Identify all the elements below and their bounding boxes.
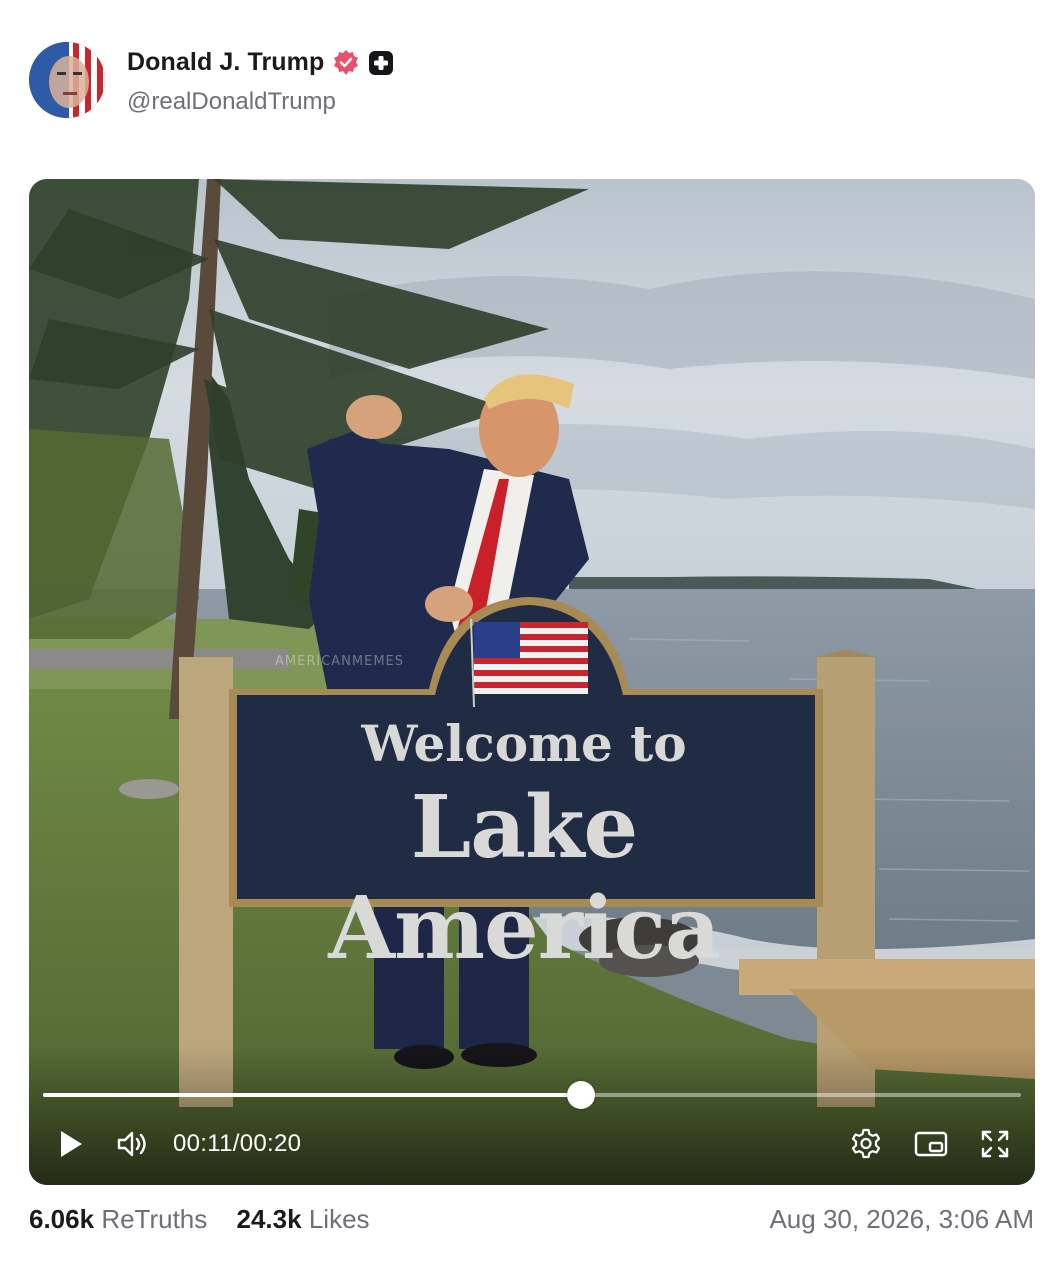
volume-icon[interactable] (113, 1124, 153, 1164)
video-controls: 00:11/00:20 (29, 1124, 1035, 1164)
likes-count[interactable]: 24.3k (237, 1204, 302, 1234)
progress-fill (43, 1093, 581, 1097)
retruths-count[interactable]: 6.06k (29, 1204, 94, 1234)
play-icon[interactable] (53, 1124, 89, 1164)
fullscreen-icon[interactable] (975, 1124, 1015, 1164)
current-time: 00:11 (173, 1130, 233, 1157)
video-watermark: AMERICANMEMES (275, 654, 404, 669)
progress-bar[interactable] (43, 1081, 1021, 1109)
post-timestamp[interactable]: Aug 30, 2026, 3:06 AM (769, 1204, 1034, 1235)
picture-in-picture-icon[interactable] (911, 1124, 951, 1164)
post-stats: 6.06k ReTruths 24.3k Likes (29, 1204, 370, 1235)
author-handle[interactable]: @realDonaldTrump (127, 88, 336, 116)
time-separator: / (232, 1130, 240, 1157)
plus-badge-icon (368, 50, 394, 76)
retruths-label[interactable]: ReTruths (101, 1204, 207, 1234)
video-player[interactable]: AMERICANMEMES Welcome to Lake America 00… (29, 179, 1035, 1185)
post-header: Donald J. Trump @realDonaldTrump (29, 42, 1033, 118)
sign-line-1: Welcome to (361, 714, 687, 773)
likes-label[interactable]: Likes (309, 1204, 370, 1234)
sign-line-2: Lake America (328, 777, 721, 979)
video-frame (29, 179, 1035, 1185)
duration: 00:20 (239, 1130, 302, 1157)
controls-gradient (29, 1045, 1035, 1185)
settings-icon[interactable] (847, 1124, 885, 1164)
post-footer: 6.06k ReTruths 24.3k Likes Aug 30, 2026,… (29, 1200, 1034, 1240)
time-display: 00:11/00:20 (173, 1130, 301, 1158)
progress-handle[interactable] (566, 1081, 595, 1109)
verified-badge-icon (332, 49, 360, 77)
avatar[interactable] (29, 42, 105, 118)
author-name[interactable]: Donald J. Trump (127, 48, 324, 77)
